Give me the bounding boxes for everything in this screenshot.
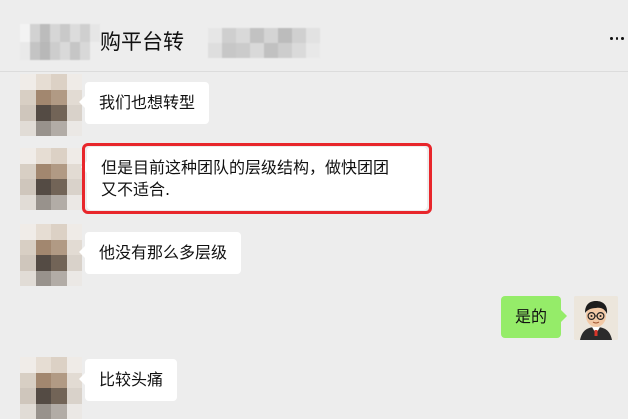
my-avatar[interactable]: [574, 296, 618, 340]
chat-title: 购平台转: [100, 30, 184, 54]
contact-avatar[interactable]: [20, 224, 82, 286]
message-bubble[interactable]: 比较头痛: [78, 359, 178, 401]
more-dots-icon[interactable]: [610, 30, 625, 46]
message-bubble[interactable]: 他没有那么多层级: [78, 232, 242, 274]
contact-avatar[interactable]: [20, 357, 82, 419]
message-bubble-outgoing[interactable]: 是的: [501, 296, 568, 338]
chat-header: 购平台转: [0, 0, 628, 72]
blurred-contact-name-left: [20, 24, 100, 60]
message-text: 比较头痛: [99, 370, 164, 389]
contact-avatar[interactable]: [20, 74, 82, 136]
message-text: 我们也想转型: [99, 93, 196, 112]
red-highlight-frame: [82, 143, 432, 214]
contact-avatar[interactable]: [20, 148, 82, 210]
message-text: 是的: [515, 307, 548, 326]
cartoon-avatar-icon: [574, 296, 618, 340]
message-text: 他没有那么多层级: [99, 243, 228, 262]
blurred-contact-name-right: [208, 28, 320, 58]
message-bubble[interactable]: 我们也想转型: [78, 82, 210, 124]
